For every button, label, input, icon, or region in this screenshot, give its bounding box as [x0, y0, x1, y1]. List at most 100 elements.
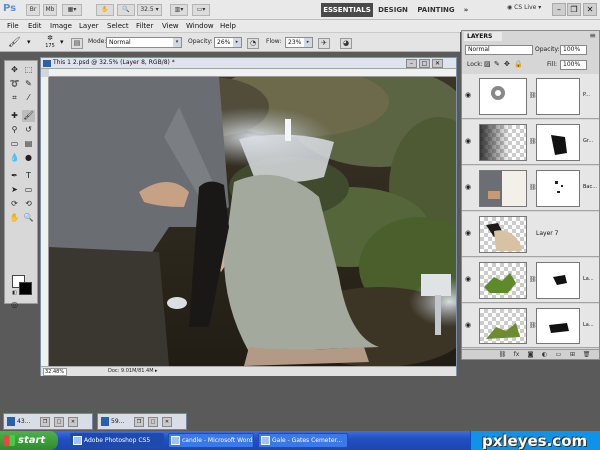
document-close-button[interactable]: ✕	[432, 59, 443, 68]
panel-menu-icon[interactable]: ≡	[589, 31, 596, 40]
menu-file[interactable]: File	[7, 20, 19, 32]
taskbar-item-browser[interactable]: Gale - Gates Cemeter...	[258, 433, 348, 448]
default-colors-icon[interactable]: ◧	[8, 287, 21, 299]
close-document-button[interactable]: ✕	[68, 417, 78, 427]
layer-opacity-field[interactable]: 100%	[560, 45, 587, 55]
maximize-document-button[interactable]: □	[148, 417, 158, 427]
visibility-eye-icon[interactable]: ◉	[465, 91, 474, 99]
brush-tool-icon[interactable]: 🖌	[22, 110, 35, 122]
pressure-opacity-icon[interactable]: ◔	[247, 38, 259, 49]
layers-panel-tab[interactable]: LAYERS	[464, 32, 502, 41]
dodge-tool-icon[interactable]: ●	[22, 152, 35, 164]
3d-rotate-tool-icon[interactable]: ⟳	[8, 198, 21, 210]
maximize-document-button[interactable]: □	[54, 417, 64, 427]
minimized-document[interactable]: 43... ❐ □ ✕	[3, 413, 93, 430]
new-group-icon[interactable]: ▭	[554, 351, 563, 359]
menu-window[interactable]: Window	[186, 20, 214, 32]
lasso-tool-icon[interactable]: ➰	[8, 78, 21, 90]
shape-tool-icon[interactable]: ▭	[22, 184, 35, 196]
horizontal-ruler[interactable]	[49, 69, 456, 77]
menu-select[interactable]: Select	[107, 20, 129, 32]
arrange-documents-button[interactable]: ▥▾	[170, 4, 188, 16]
trash-icon[interactable]: 🗑	[582, 351, 591, 359]
path-selection-tool-icon[interactable]: ➤	[8, 184, 21, 196]
menu-edit[interactable]: Edit	[28, 20, 42, 32]
layer-row[interactable]: ◉ ⛓ La...	[462, 304, 599, 348]
restore-document-button[interactable]: ❐	[40, 417, 50, 427]
hand-tool-icon[interactable]: ✋	[8, 212, 21, 224]
quick-mask-icon[interactable]: ◎	[8, 299, 21, 311]
type-tool-icon[interactable]: T	[22, 170, 35, 182]
menu-filter[interactable]: Filter	[136, 20, 153, 32]
visibility-eye-icon[interactable]: ◉	[465, 137, 474, 145]
restore-document-button[interactable]: ❐	[134, 417, 144, 427]
workspace-essentials[interactable]: ESSENTIALS	[321, 3, 373, 17]
lock-all-icon[interactable]: 🔒	[514, 60, 523, 68]
crop-tool-icon[interactable]: ⌗	[8, 92, 21, 104]
hand-tool-button[interactable]: ✋	[96, 4, 114, 16]
add-mask-icon[interactable]: ◙	[526, 351, 535, 359]
lock-position-icon[interactable]: ✥	[504, 60, 510, 68]
screen-mode-button[interactable]: ▭▾	[192, 4, 210, 16]
gradient-tool-icon[interactable]: ▤	[22, 138, 35, 150]
new-layer-icon[interactable]: ⊞	[568, 351, 577, 359]
quick-select-tool-icon[interactable]: ✎	[22, 78, 35, 90]
workspace-painting[interactable]: PAINTING	[416, 3, 456, 17]
mini-bridge-button[interactable]: Mb	[43, 4, 57, 16]
workspace-design[interactable]: DESIGN	[376, 3, 410, 17]
minimized-document[interactable]: 59... ❐ □ ✕	[97, 413, 187, 430]
history-brush-tool-icon[interactable]: ↺	[22, 124, 35, 136]
airbrush-icon[interactable]: ✈	[318, 38, 330, 49]
link-layers-icon[interactable]: ⛓	[498, 351, 507, 359]
brush-size-dropdown-arrow-icon[interactable]: ▾	[60, 38, 64, 46]
menu-help[interactable]: Help	[220, 20, 236, 32]
pressure-size-icon[interactable]: ◕	[340, 38, 352, 49]
minimize-button[interactable]: –	[552, 3, 566, 16]
blend-mode-select[interactable]: Normal	[465, 45, 533, 55]
restore-button[interactable]: ❐	[567, 3, 581, 16]
document-title-bar[interactable]: This 1 2.psd @ 32.5% (Layer 8, RGB/8) * …	[41, 58, 456, 69]
eyedropper-tool-icon[interactable]: ⁄	[22, 92, 35, 104]
image-canvas[interactable]	[49, 77, 456, 366]
lock-transparency-icon[interactable]: ▨	[484, 60, 491, 68]
zoom-tool-button[interactable]: 🔍	[117, 4, 135, 16]
document-minimize-button[interactable]: –	[406, 59, 417, 68]
brush-tool-preset-icon[interactable]: 🖌	[8, 38, 21, 49]
marquee-tool-icon[interactable]: ⬚	[22, 64, 35, 76]
bridge-button[interactable]: Br	[26, 4, 40, 16]
document-maximize-button[interactable]: □	[419, 59, 430, 68]
opacity-field[interactable]: 26% ▸	[214, 37, 242, 48]
menu-view[interactable]: View	[162, 20, 179, 32]
view-extras-button[interactable]: ▦▾	[62, 4, 82, 16]
brush-size-picker[interactable]: ✲ 175	[42, 34, 58, 52]
visibility-eye-icon[interactable]: ◉	[465, 183, 474, 191]
vertical-ruler[interactable]	[41, 77, 49, 366]
close-button[interactable]: ✕	[583, 3, 597, 16]
cs-live-menu[interactable]: ◉ CS Live ▾	[507, 4, 541, 11]
mode-select[interactable]: Normal ▾	[106, 37, 182, 48]
document-size-info[interactable]: Doc: 9.01M/81.4M	[108, 368, 154, 374]
visibility-eye-icon[interactable]: ◉	[465, 275, 474, 283]
menu-layer[interactable]: Layer	[79, 20, 99, 32]
layer-row[interactable]: ◉ ⛓ Gr...	[462, 120, 599, 165]
taskbar-item-word[interactable]: candle - Microsoft Word	[168, 433, 254, 448]
blur-tool-icon[interactable]: 💧	[8, 152, 21, 164]
clone-stamp-tool-icon[interactable]: ⚲	[8, 124, 21, 136]
workspace-more-button[interactable]: »	[460, 3, 472, 17]
pen-tool-icon[interactable]: ✒	[8, 170, 21, 182]
flow-field[interactable]: 23% ▸	[285, 37, 313, 48]
start-button[interactable]: start	[0, 431, 58, 450]
zoom-level-dropdown[interactable]: 32.5 ▾	[137, 4, 162, 16]
lock-pixels-icon[interactable]: ✎	[494, 60, 500, 68]
visibility-eye-icon[interactable]: ◉	[465, 321, 474, 329]
menu-image[interactable]: Image	[50, 20, 72, 32]
layer-row[interactable]: ◉ ⛓ Bac...	[462, 166, 599, 211]
preset-dropdown-arrow-icon[interactable]: ▾	[27, 38, 31, 46]
fill-field[interactable]: 100%	[560, 60, 587, 70]
layer-row[interactable]: ◉ Layer 7	[462, 212, 599, 257]
status-menu-arrow-icon[interactable]: ▸	[155, 368, 158, 374]
zoom-percentage-field[interactable]: 32.48%	[43, 368, 67, 376]
brush-panel-toggle-icon[interactable]: ▤	[71, 38, 83, 49]
healing-brush-tool-icon[interactable]: ✚	[8, 110, 21, 122]
layer-row[interactable]: ◉ ⛓ P...	[462, 74, 599, 119]
